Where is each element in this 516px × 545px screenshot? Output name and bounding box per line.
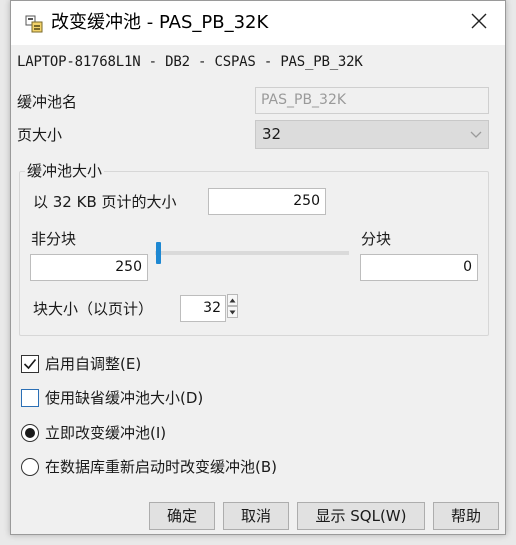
apply-on-restart-radio[interactable]	[21, 458, 39, 476]
ok-button[interactable]: 确定	[149, 502, 215, 530]
auto-tune-checkbox[interactable]	[21, 355, 39, 373]
radio-selected-dot	[25, 428, 35, 438]
auto-tune-label[interactable]: 启用自调整(E)	[45, 354, 141, 374]
title-bar: 改变缓冲池 - PAS_PB_32K	[11, 1, 505, 45]
page-size-label: 页大小	[17, 126, 63, 144]
block-size-label: 块大小（以页计）	[33, 300, 154, 318]
change-bufferpool-dialog: 改变缓冲池 - PAS_PB_32K LAPTOP-81768L1N - DB2…	[10, 0, 506, 535]
nonblock-pages-field[interactable]: 250	[30, 254, 148, 281]
bufferpool-name-label: 缓冲池名	[17, 93, 78, 111]
chevron-down-icon	[470, 121, 482, 148]
cancel-button[interactable]: 取消	[223, 502, 289, 530]
page-size-select[interactable]: 32	[255, 120, 489, 149]
block-pages-field[interactable]: 0	[360, 254, 478, 281]
nonblock-label: 非分块	[31, 230, 77, 248]
bufferpool-icon	[25, 15, 43, 33]
block-size-decrement[interactable]	[227, 306, 238, 318]
window-title: 改变缓冲池 - PAS_PB_32K	[51, 12, 269, 33]
block-split-slider-thumb[interactable]	[156, 242, 161, 264]
apply-on-restart-label[interactable]: 在数据库重新启动时改变缓冲池(B)	[45, 457, 277, 477]
checkmark-icon	[23, 358, 37, 370]
apply-immediately-radio[interactable]	[21, 424, 39, 442]
block-label: 分块	[361, 230, 392, 248]
bufferpool-size-group-title: 缓冲池大小	[25, 161, 105, 181]
close-icon	[470, 12, 488, 34]
spin-up-icon	[229, 298, 236, 302]
block-split-slider-track[interactable]	[155, 251, 349, 255]
close-button[interactable]	[459, 7, 499, 39]
block-size-increment[interactable]	[227, 294, 238, 306]
bufferpool-name-field: PAS_PB_32K	[255, 87, 489, 114]
apply-immediately-label[interactable]: 立即改变缓冲池(I)	[45, 423, 166, 443]
use-default-size-label[interactable]: 使用缺省缓冲池大小(D)	[45, 388, 203, 408]
page-size-value: 32	[262, 125, 282, 143]
show-sql-button[interactable]: 显示 SQL(W)	[297, 502, 425, 530]
spin-down-icon	[229, 310, 236, 314]
connection-path: LAPTOP-81768L1N - DB2 - CSPAS - PAS_PB_3…	[17, 54, 363, 70]
use-default-size-checkbox[interactable]	[21, 389, 39, 407]
pages-size-field[interactable]: 250	[208, 188, 326, 215]
block-size-field[interactable]: 32	[180, 295, 226, 322]
help-button[interactable]: 帮助	[433, 502, 499, 530]
pages-size-label: 以 32 KB 页计的大小	[33, 193, 177, 211]
